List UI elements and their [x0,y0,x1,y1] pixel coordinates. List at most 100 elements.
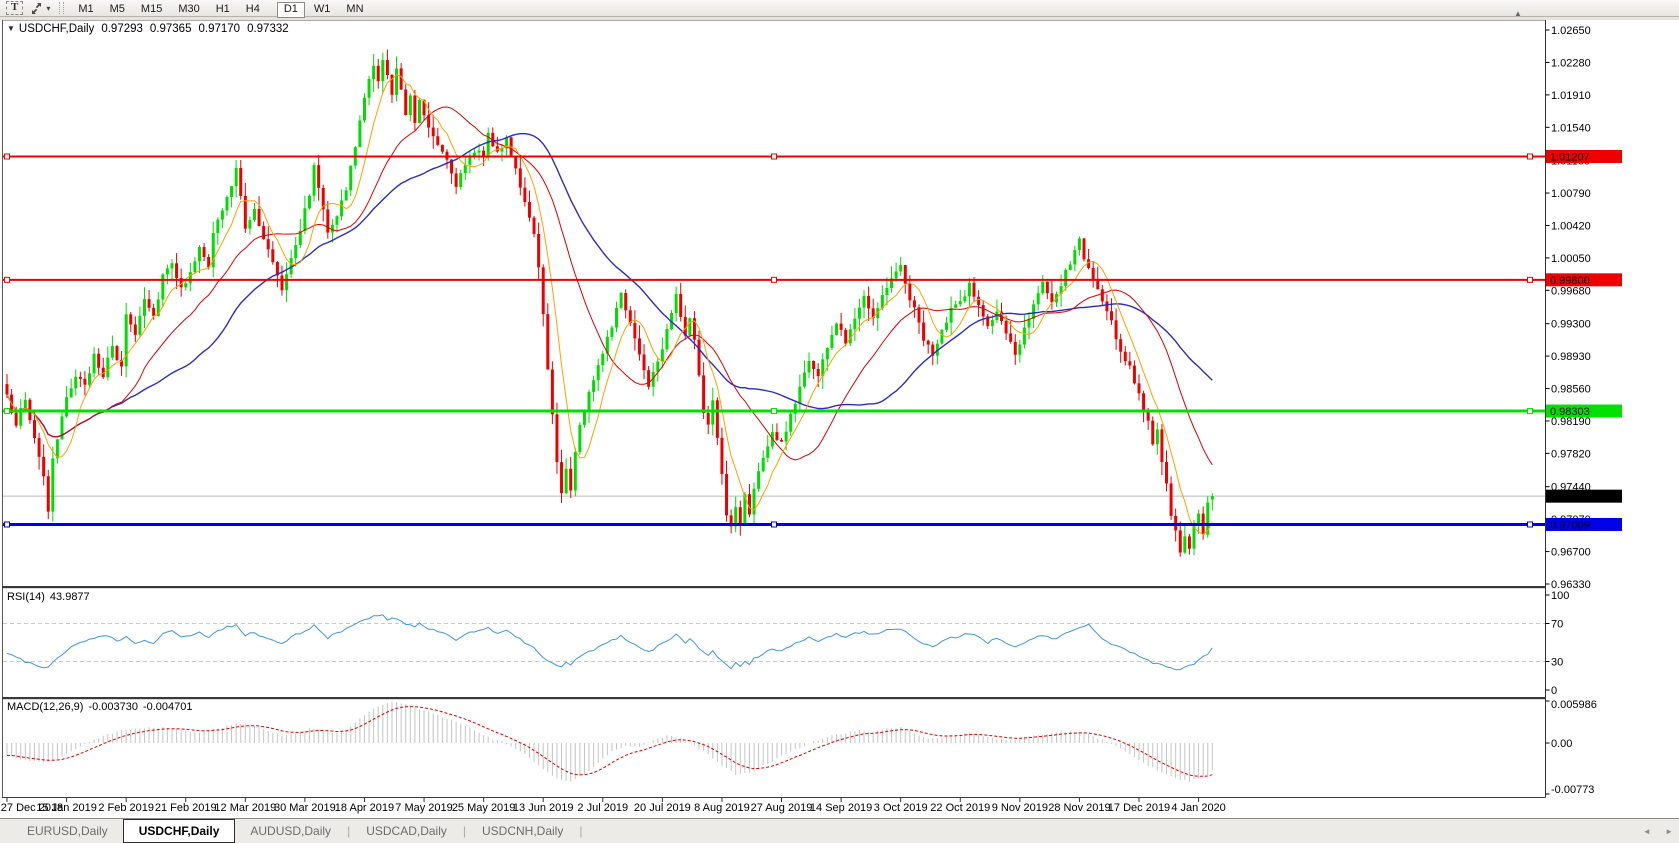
macd-indicator-label: MACD(12,26,9)-0.003730-0.004701 [7,701,198,713]
date-axis-tick: 9 Nov 2019 [992,802,1048,814]
chart-tab-audusd-daily[interactable]: AUDUSD,Daily [235,819,346,843]
tab-scroll-right-icon[interactable]: ► [1665,827,1673,836]
line-handle[interactable] [772,154,777,159]
tab-scroll-buttons: ◄ ► [1631,827,1673,836]
symbol-dropdown-icon[interactable]: ▼ [7,24,15,33]
price-axis-tick: 0.98560 [1551,384,1591,396]
chart-tab-usdchf-daily[interactable]: USDCHF,Daily [123,819,236,843]
current-price-label [1546,490,1622,503]
price-axis-tick: 1.00420 [1551,220,1591,232]
date-axis-tick: 27 Aug 2019 [751,802,813,814]
date-axis-tick: 13 Jun 2019 [513,802,574,814]
date-axis-tick: 30 Mar 2019 [274,802,336,814]
date-axis-tick: 22 Oct 2019 [930,802,990,814]
rsi-axis-tick: 70 [1551,619,1563,631]
price-axis-tick: 1.02650 [1551,25,1591,37]
timeframe-button-m30[interactable]: M30 [171,2,206,18]
ohlc-open: 0.97293 [101,23,143,35]
timeframe-button-h4[interactable]: H4 [239,2,267,18]
date-axis-tick: 3 Oct 2019 [874,802,928,814]
date-axis-tick: 15 Jan 2019 [36,802,97,814]
line-handle[interactable] [1528,409,1533,414]
rsi-axis-tick: 100 [1551,590,1569,602]
timeframe-button-d1[interactable]: D1 [277,2,305,18]
toolbar-grip [59,2,64,14]
level-price-label-0.98303-text: 0.98303 [1550,406,1590,418]
date-axis-tick: 20 Jul 2019 [634,802,691,814]
line-handle[interactable] [1528,522,1533,527]
chart-tab-usdcnh-daily[interactable]: USDCNH,Daily [467,819,578,843]
price-axis-tick: 1.02280 [1551,57,1591,69]
price-axis-tick: 0.96700 [1551,547,1591,559]
rsi-axis-tick: 0 [1551,685,1557,697]
date-axis-tick: 25 May 2019 [452,802,516,814]
line-handle[interactable] [1528,277,1533,282]
level-price-label-1.01207-text: 1.01207 [1550,152,1590,164]
line-handle[interactable] [5,154,10,159]
tab-scroll-left-icon[interactable]: ◄ [1643,827,1651,836]
rsi-value: 43.9877 [50,591,90,603]
timeframe-button-h1[interactable]: H1 [209,2,237,18]
ma-fast-line [7,75,1212,535]
date-axis-tick: 28 Nov 2019 [1048,802,1110,814]
timeframe-button-group: M1M5M15M30H1H4 D1W1MN [70,0,379,18]
chart-tab-usdcad-daily[interactable]: USDCAD,Daily [351,819,462,843]
current-price-label-text: 0.97332 [1550,491,1590,503]
rsi-axis-tick: 30 [1551,657,1563,669]
tab-separator: | [578,819,583,843]
timeframe-button-m15[interactable]: M15 [134,2,169,18]
chart-tabs: EURUSD,DailyUSDCHF,DailyAUDUSD,Daily|USD… [0,819,583,843]
timeframe-button-m1[interactable]: M1 [71,2,100,18]
date-axis-tick: 21 Feb 2019 [155,802,217,814]
arrows-tool-button[interactable]: ▾ [30,1,50,15]
price-axis-tick: 0.96330 [1551,579,1591,591]
macd-axis-tick: -0.00773 [1551,784,1594,796]
line-handle[interactable] [1528,154,1533,159]
macd-signal-line [7,707,1212,777]
arrows-tool-icon [30,2,43,15]
timeframe-button-w1[interactable]: W1 [307,2,338,18]
date-axis-tick: 4 Jan 2020 [1171,802,1225,814]
chart-title: ▼USDCHF,Daily0.972930.973650.971700.9733… [7,23,289,35]
price-axis-tick: 1.00050 [1551,253,1591,265]
chart-tab-eurusd-daily[interactable]: EURUSD,Daily [12,819,123,843]
level-price-label-0.99800 [1546,273,1622,286]
date-axis-tick: 17 Dec 2019 [1108,802,1170,814]
price-axis-tick: 1.00790 [1551,188,1591,200]
rsi-name: RSI(14) [7,591,45,603]
line-handle[interactable] [5,277,10,282]
date-axis-tick: 18 Apr 2019 [335,802,394,814]
line-handle[interactable] [5,409,10,414]
price-axis-tick: 0.99300 [1551,319,1591,331]
dropdown-caret-icon: ▾ [46,4,50,13]
level-price-label-0.99800-text: 0.99800 [1550,275,1590,287]
date-axis-tick: 2 Feb 2019 [98,802,154,814]
date-axis-tick: 2 Jul 2019 [577,802,628,814]
candlesticks [6,49,1214,556]
price-axis-tick: 0.98930 [1551,351,1591,363]
price-axis-tick: 1.01540 [1551,122,1591,134]
price-axis-tick: 0.97440 [1551,482,1591,494]
ohlc-close: 0.97332 [247,23,289,35]
date-axis-tick: 14 Sep 2019 [810,802,872,814]
rsi-indicator-label: RSI(14) 43.9877 [7,591,95,603]
price-axis-tick: 1.01160 [1551,156,1590,168]
axis-scroll-up-icon[interactable]: ▲ [1514,9,1522,18]
line-handle[interactable] [772,409,777,414]
chart-canvas[interactable]: 1.026501.022801.019101.015401.011601.007… [0,0,1679,843]
timeframe-button-m5[interactable]: M5 [103,2,132,18]
top-toolbar: T ▾ M1M5M15M30H1H4 D1W1MN [0,0,1679,17]
timeframe-button-mn[interactable]: MN [339,2,370,18]
rsi-line [7,615,1212,670]
line-handle[interactable] [5,522,10,527]
price-axis-tick: 0.97070 [1551,514,1591,526]
ohlc-low: 0.97170 [198,23,240,35]
macd-histogram [7,702,1212,782]
line-handle[interactable] [772,522,777,527]
macd-axis-tick: 0.00 [1551,738,1572,750]
macd-axis-tick: 0.005986 [1551,699,1597,711]
macd-value: -0.003730 [88,701,138,713]
macd-signal-value: -0.004701 [143,701,193,713]
line-handle[interactable] [772,277,777,282]
text-label-tool-button[interactable]: T [6,1,23,15]
